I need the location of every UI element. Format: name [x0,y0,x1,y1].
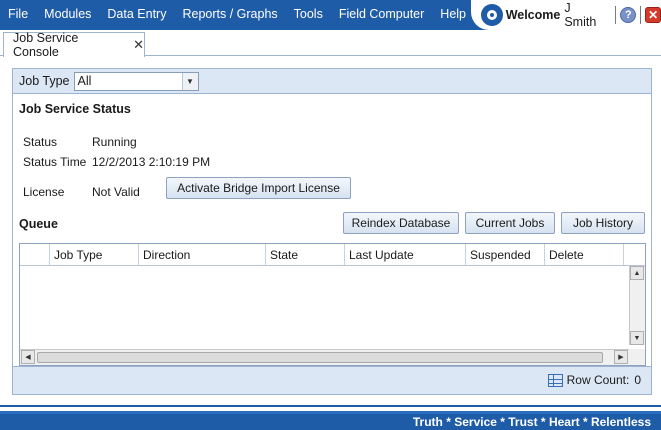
job-service-panel: Job Type All ▼ Job Service Status Status… [12,68,652,395]
divider [0,405,661,407]
horizontal-scrollbar[interactable]: ◀ ▶ [20,349,629,365]
scroll-corner [629,349,645,365]
divider [640,6,642,24]
status-bar: Truth * Service * Trust * Heart * Relent… [0,411,661,430]
scroll-right-icon[interactable]: ▶ [614,350,628,364]
menu-data-entry[interactable]: Data Entry [99,0,174,28]
row-selector-header[interactable] [20,244,50,265]
chevron-down-icon[interactable]: ▼ [181,72,198,90]
close-app-icon[interactable]: ✕ [645,7,661,23]
column-header-delete[interactable]: Delete [545,244,624,265]
user-panel: Welcome J Smith ? ✕ [471,0,661,30]
column-header-suspended[interactable]: Suspended [466,244,545,265]
welcome-label: Welcome [505,8,561,22]
status-value: Running [92,135,137,149]
row-count-value: 0 [634,373,641,387]
tab-job-service-console[interactable]: Job Service Console ✕ [3,31,145,59]
section-title-queue: Queue [19,217,58,231]
scroll-up-icon[interactable]: ▲ [630,266,644,280]
tab-close-icon[interactable]: ✕ [133,37,144,53]
queue-grid: Job Type Direction State Last Update Sus… [19,243,646,366]
reindex-database-button[interactable]: Reindex Database [343,212,459,234]
status-time-label: Status Time [23,155,87,169]
license-value: Not Valid [92,185,140,199]
user-name: J Smith [564,1,597,29]
job-type-label: Job Type [19,74,70,88]
menu-reports-graphs[interactable]: Reports / Graphs [174,0,285,28]
main-menu: File Modules Data Entry Reports / Graphs… [0,0,474,28]
menu-modules[interactable]: Modules [36,0,99,28]
row-count: Row Count: 0 [547,373,641,387]
tab-label: Job Service Console [13,31,79,59]
tab-strip: Job Service Console ✕ [0,30,661,59]
menu-help[interactable]: Help [432,0,474,28]
column-header-job-type[interactable]: Job Type [50,244,139,265]
grid-footer: Row Count: 0 [13,366,651,394]
menu-bar: File Modules Data Entry Reports / Graphs… [0,0,661,30]
menu-tools[interactable]: Tools [286,0,331,28]
company-logo-icon [481,4,503,26]
filter-bar: Job Type All ▼ [13,69,651,94]
scroll-thumb[interactable] [37,352,603,363]
grid-icon [547,373,563,387]
activate-license-button[interactable]: Activate Bridge Import License [166,177,351,199]
menu-field-computer[interactable]: Field Computer [331,0,432,28]
scroll-left-icon[interactable]: ◀ [21,350,35,364]
scroll-down-icon[interactable]: ▼ [630,331,644,345]
license-label: License [23,185,65,199]
column-header-last-update[interactable]: Last Update [345,244,466,265]
column-header-state[interactable]: State [266,244,345,265]
grid-header: Job Type Direction State Last Update Sus… [20,244,645,266]
job-type-select[interactable]: All ▼ [73,71,199,91]
job-history-button[interactable]: Job History [561,212,645,234]
status-time-value: 12/2/2013 2:10:19 PM [92,155,211,169]
status-label: Status [23,135,58,149]
help-icon[interactable]: ? [620,7,637,23]
column-header-direction[interactable]: Direction [139,244,266,265]
divider [615,6,617,24]
row-count-label: Row Count: [566,373,630,387]
menu-file[interactable]: File [0,0,36,28]
job-type-value: All [77,74,92,88]
vertical-scrollbar[interactable]: ▲ ▼ [629,266,645,345]
section-title-status: Job Service Status [19,102,131,116]
tagline: Truth * Service * Trust * Heart * Relent… [412,415,651,429]
current-jobs-button[interactable]: Current Jobs [465,212,555,234]
